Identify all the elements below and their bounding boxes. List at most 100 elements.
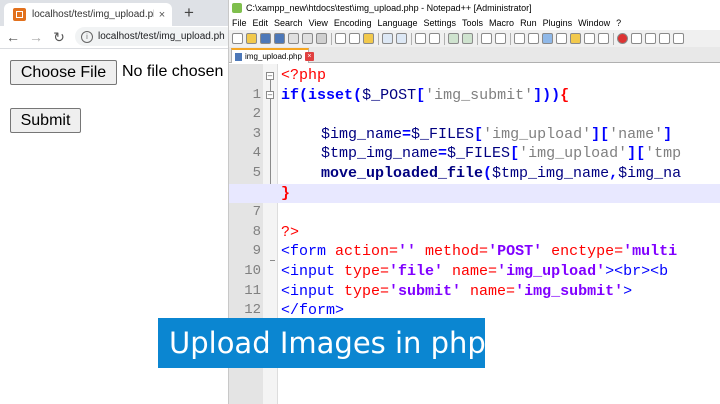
code-token: $_POST (362, 86, 417, 104)
choose-file-button[interactable]: Choose File (10, 60, 117, 85)
menu-search[interactable]: Search (274, 18, 303, 28)
code-token: $img_name (321, 125, 403, 143)
back-arrow-icon[interactable]: ← (4, 27, 22, 47)
close-all-icon[interactable] (302, 33, 313, 44)
address-bar[interactable]: i localhost/test/img_upload.ph (75, 27, 235, 46)
close-file-icon[interactable] (288, 33, 299, 44)
menu-language[interactable]: Language (377, 18, 417, 28)
menu-tools[interactable]: Tools (462, 18, 483, 28)
save-macro-icon[interactable] (673, 33, 684, 44)
php-close-tag: ?> (281, 223, 300, 241)
code-line: 8 (229, 203, 720, 240)
code-token: 'img_upload' (519, 145, 628, 163)
doc-map-icon[interactable] (570, 33, 581, 44)
notepad-menubar: File Edit Search View Encoding Language … (229, 16, 720, 30)
code-token: name= (461, 282, 516, 300)
menu-view[interactable]: View (309, 18, 328, 28)
code-token: [ (416, 86, 426, 104)
code-token: } (281, 184, 291, 202)
menu-settings[interactable]: Settings (424, 18, 457, 28)
menu-window[interactable]: Window (578, 18, 610, 28)
code-token: 'img_submit' (515, 282, 624, 300)
function-list-icon[interactable] (584, 33, 595, 44)
php-open-tag: <?php (281, 67, 327, 84)
browser-tab-strip: localhost/test/img_upload.php × + (0, 0, 228, 26)
new-file-icon[interactable] (232, 33, 243, 44)
menu-help[interactable]: ? (616, 18, 621, 28)
record-macro-icon[interactable] (617, 33, 628, 44)
code-token: $_FILES (411, 125, 475, 143)
save-icon[interactable] (260, 33, 271, 44)
code-line: 11 <input type='file' name='img_upload'>… (229, 262, 720, 299)
paste-icon[interactable] (363, 33, 374, 44)
code-lines: 1 <?php 2 if(isset($_POST['img_submit'])… (229, 66, 720, 338)
cut-icon[interactable] (335, 33, 346, 44)
code-line: 4 $img_name=$_FILES['img_upload']['name'… (229, 125, 720, 162)
code-token: ><br><b (605, 262, 669, 280)
code-token: ( (299, 86, 309, 104)
menu-run[interactable]: Run (520, 18, 537, 28)
menu-plugins[interactable]: Plugins (543, 18, 573, 28)
open-file-icon[interactable] (246, 33, 257, 44)
notepad-titlebar: C:\xampp_new\htdocs\test\img_upload.php … (229, 0, 720, 16)
new-tab-button[interactable]: + (178, 2, 200, 24)
info-icon[interactable]: i (81, 30, 93, 43)
undo-icon[interactable] (382, 33, 393, 44)
code-token: 'submit' (389, 282, 462, 300)
play-macro-icon[interactable] (645, 33, 656, 44)
code-token: '' (398, 243, 417, 261)
language-icon[interactable] (556, 33, 567, 44)
code-token: ][ (591, 125, 610, 143)
copy-icon[interactable] (349, 33, 360, 44)
menu-encoding[interactable]: Encoding (334, 18, 372, 28)
run-macro-multiple-icon[interactable] (659, 33, 670, 44)
code-token: $tmp_img_name (321, 145, 439, 163)
code-token: ( (483, 164, 493, 182)
code-token: isset (308, 86, 354, 104)
submit-button[interactable]: Submit (10, 108, 81, 133)
sync-v-scroll-icon[interactable] (481, 33, 492, 44)
code-line: 6 move_uploaded_file($tmp_img_name,$img_… (229, 164, 720, 201)
document-tab[interactable]: img_upload.php × (231, 48, 314, 63)
toolbar-separator (411, 32, 412, 45)
reload-icon[interactable]: ↻ (50, 27, 68, 47)
stop-macro-icon[interactable] (631, 33, 642, 44)
title-banner: Upload Images in php (158, 318, 486, 368)
code-line: 12 <input type='submit' name='img_submit… (229, 282, 720, 319)
toolbar-separator (613, 32, 614, 45)
code-line: 5 $tmp_img_name=$_FILES['img_upload']['t… (229, 144, 720, 181)
menu-edit[interactable]: Edit (253, 18, 269, 28)
code-line: 9 ?> (229, 223, 720, 260)
tab-close-icon[interactable]: × (154, 9, 170, 21)
no-file-chosen-text: No file chosen (122, 63, 224, 80)
sync-h-scroll-icon[interactable] (495, 33, 506, 44)
menu-file[interactable]: File (232, 18, 247, 28)
code-line: 1 <?php (229, 66, 720, 103)
show-all-chars-icon[interactable] (528, 33, 539, 44)
code-token: 'file' (389, 262, 444, 280)
close-tab-icon[interactable]: × (304, 52, 314, 61)
code-token: = (402, 125, 412, 143)
indent-guide-icon[interactable] (542, 33, 553, 44)
zoom-in-icon[interactable] (448, 33, 459, 44)
save-all-icon[interactable] (274, 33, 285, 44)
browser-tab[interactable]: localhost/test/img_upload.php × (4, 3, 172, 26)
code-token: 'img_upload' (497, 262, 606, 280)
code-token: , (609, 164, 619, 182)
code-token: 'img_submit' (425, 86, 534, 104)
code-token: move_uploaded_file (321, 164, 484, 182)
replace-icon[interactable] (429, 33, 440, 44)
find-icon[interactable] (415, 33, 426, 44)
folder-workspace-icon[interactable] (598, 33, 609, 44)
word-wrap-icon[interactable] (514, 33, 525, 44)
saved-state-icon (235, 52, 242, 61)
browser-tab-title: localhost/test/img_upload.php (32, 9, 154, 20)
print-icon[interactable] (316, 33, 327, 44)
code-line: 2 if(isset($_POST['img_submit'])){ (229, 86, 720, 123)
code-token: type= (335, 262, 390, 280)
menu-macro[interactable]: Macro (489, 18, 514, 28)
zoom-out-icon[interactable] (462, 33, 473, 44)
forward-arrow-icon[interactable]: → (27, 27, 45, 47)
redo-icon[interactable] (396, 33, 407, 44)
toolbar-separator (477, 32, 478, 45)
